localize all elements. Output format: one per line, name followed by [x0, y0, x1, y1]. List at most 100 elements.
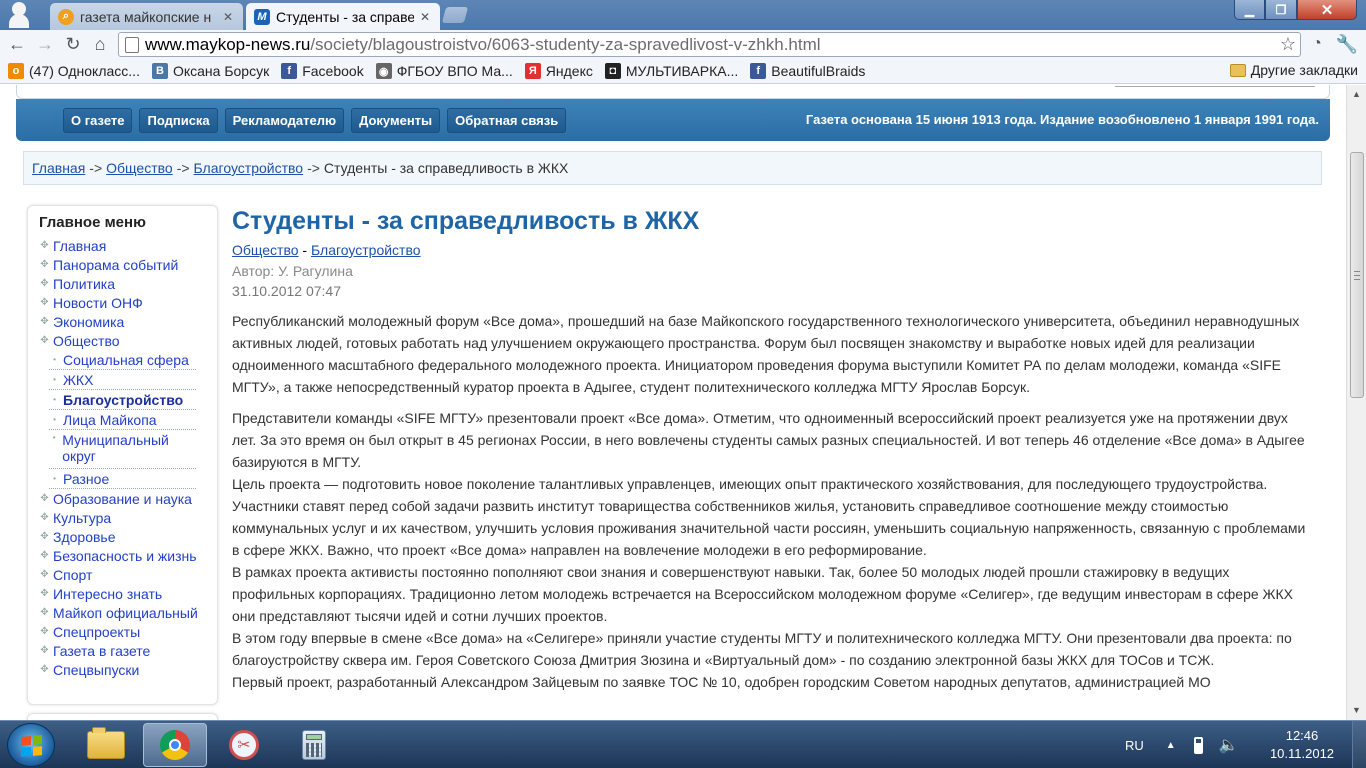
site-search-field[interactable] [1115, 85, 1315, 87]
profile-avatar-icon[interactable] [6, 0, 32, 30]
taskbar-snipping-tool[interactable]: ✂ [212, 723, 276, 767]
bullet-icon: ✥ [40, 512, 49, 523]
article-author: Автор: У. Рагулина [232, 263, 353, 279]
other-bookmarks-button[interactable]: Другие закладки [1229, 62, 1358, 78]
close-tab-icon[interactable]: ✕ [221, 10, 235, 24]
sidebar-menu-item[interactable]: ✥ Политика [39, 274, 217, 293]
nav-link[interactable]: Рекламодателю [224, 107, 345, 133]
bookmark-item[interactable]: ◉ ФГБОУ ВПО Ма... [375, 63, 513, 79]
breadcrumb-society[interactable]: Общество [106, 160, 173, 176]
sidebar-menu-item[interactable]: ✥ Спорт [39, 565, 217, 584]
maximize-button[interactable]: ❐ [1265, 0, 1297, 20]
sidebar-menu-item[interactable]: ✥ Майкоп официальный [39, 603, 217, 622]
browser-toolbar: ← → ↻ ⌂ www.maykop-news.ru /society/blag… [0, 30, 1366, 59]
sub-bullet-icon: • [53, 395, 56, 404]
category-link-blagoustroistvo[interactable]: Благоустройство [311, 242, 421, 258]
main-menu-title: Главное меню [39, 214, 146, 231]
back-icon[interactable]: ← [6, 33, 28, 55]
site-nav-bar: О газете Подписка Рекламодателю Документы Об… [16, 99, 1330, 141]
reload-icon[interactable]: ↻ [62, 33, 84, 55]
sidebar-menu-item[interactable]: ✥ Образование и наука [39, 489, 217, 508]
breadcrumb-separator: -> [176, 160, 190, 176]
minimize-button[interactable]: ▁ [1234, 0, 1265, 20]
scroll-down-icon[interactable]: ▼ [1352, 705, 1361, 715]
sub-bullet-icon: • [52, 433, 56, 442]
language-indicator[interactable]: RU [1125, 738, 1144, 753]
start-button[interactable] [7, 723, 55, 767]
sidebar-menu-item[interactable]: ✥ Культура [39, 508, 217, 527]
sidebar-menu-item[interactable]: ✥ Панорама событий [39, 255, 217, 274]
sidebar-menu-item[interactable]: ✥ Безопасность и жизнь [39, 546, 217, 565]
sidebar-menu-label: Спецпроекты [53, 623, 141, 640]
nav-link[interactable]: Документы [351, 107, 441, 133]
sidebar-menu-item[interactable]: • ЖКХ [49, 370, 196, 390]
sidebar-menu-item[interactable]: ✥ Газета в газете [39, 641, 217, 660]
bookmark-label: МУЛЬТИВАРКА... [625, 63, 739, 79]
bullet-icon: ✥ [40, 588, 49, 599]
bookmark-label: (47) Однокласс... [29, 63, 140, 79]
sidebar-menu-item[interactable]: ✥ Спецпроекты [39, 622, 217, 641]
taskbar-explorer[interactable] [74, 723, 138, 767]
sidebar-menu-item[interactable]: ✥ Интересно знать [39, 584, 217, 603]
nav-link[interactable]: Обратная связь [447, 107, 567, 133]
bullet-icon: ✥ [40, 550, 49, 561]
bookmark-item[interactable]: f Facebook [281, 63, 364, 79]
nav-link[interactable]: Подписка [139, 107, 218, 133]
article: Студенты - за справедливость в ЖКХ Общес… [232, 205, 1312, 693]
bullet-icon: ✥ [40, 569, 49, 580]
nav-link[interactable]: О газете [63, 107, 133, 133]
sidebar-menu-item[interactable]: ✥ Экономика [39, 312, 217, 331]
forward-icon[interactable]: → [34, 33, 56, 55]
scroll-up-icon[interactable]: ▲ [1352, 89, 1361, 99]
yandex-icon: Я [524, 63, 541, 79]
bullet-icon: ✥ [40, 645, 49, 656]
sidebar-menu-item[interactable]: ✥ Здоровье [39, 527, 217, 546]
sidebar-menu-item[interactable]: ✥ Главная [39, 236, 217, 255]
sidebar-menu-item[interactable]: ✥ Общество [39, 331, 217, 350]
article-paragraph: Цель проекта — подготовить новое поколен… [232, 476, 1306, 558]
close-tab-icon[interactable]: ✕ [418, 10, 432, 24]
article-paragraph: В рамках проекта активисты постоянно поп… [232, 564, 1293, 624]
sidebar-menu-label: Культура [53, 509, 112, 526]
category-link-society[interactable]: Общество [232, 242, 299, 258]
sidebar-menu-item[interactable]: ✥ Спецвыпуски [39, 660, 217, 679]
clock[interactable]: 12:46 10.11.2012 [1262, 727, 1342, 763]
tab-maykop-news-search[interactable]: ⌕ газета майкопские н ✕ [50, 3, 243, 30]
bookmark-item[interactable]: ◘ МУЛЬТИВАРКА... [604, 63, 739, 79]
bullet-icon: ✥ [40, 278, 49, 289]
tab-students-article[interactable]: M Студенты - за справе ✕ [246, 3, 440, 30]
home-icon[interactable]: ⌂ [89, 33, 111, 55]
page-scrollbar[interactable]: ▲ ▼ [1346, 85, 1366, 720]
show-desktop-button[interactable] [1352, 721, 1366, 768]
sidebar-menu-label: Интересно знать [53, 585, 163, 602]
bookmark-item[interactable]: о (47) Однокласс... [8, 63, 140, 79]
volume-icon[interactable]: 🔈 [1219, 735, 1239, 755]
sidebar-menu-item[interactable]: • Разное [49, 469, 196, 489]
breadcrumb-home[interactable]: Главная [32, 160, 85, 176]
explorer-icon [87, 727, 125, 759]
close-window-button[interactable]: ✕ [1297, 0, 1357, 20]
battery-icon[interactable] [1193, 736, 1203, 754]
bookmark-item[interactable]: f BeautifulBraids [750, 63, 865, 79]
new-tab-button[interactable] [441, 7, 469, 23]
taskbar-chrome[interactable] [143, 723, 207, 767]
calculator-icon [302, 730, 326, 760]
taskbar-calculator[interactable] [282, 723, 346, 767]
show-hidden-icons-icon[interactable]: ▲ [1166, 740, 1176, 751]
bookmark-label: Яндекс [545, 63, 593, 79]
bookmark-star-icon[interactable]: ☆ [1280, 34, 1296, 55]
sidebar-menu-item[interactable]: • Благоустройство [49, 390, 196, 410]
breadcrumb-blagoustroistvo[interactable]: Благоустройство [194, 160, 304, 176]
sidebar-menu-item[interactable]: • Лица Майкопа [49, 410, 196, 430]
address-bar[interactable]: www.maykop-news.ru /society/blagoustrois… [118, 32, 1301, 57]
extension-icon[interactable]: ◔ [1306, 33, 1328, 55]
sidebar-menu-item[interactable]: • Муниципальный округ [49, 430, 196, 469]
sidebar-menu-item[interactable]: ✥ Новости ОНФ [39, 293, 217, 312]
wrench-menu-icon[interactable]: 🔧 [1336, 33, 1358, 55]
bullet-icon: ✥ [40, 240, 49, 251]
sidebar-menu-item[interactable]: • Социальная сфера [49, 350, 196, 370]
bookmark-item[interactable]: Я Яндекс [524, 63, 593, 79]
bookmark-item[interactable]: B Оксана Борсук [151, 63, 269, 79]
scrollbar-thumb[interactable] [1350, 152, 1364, 398]
camera-icon: ◘ [604, 63, 621, 79]
